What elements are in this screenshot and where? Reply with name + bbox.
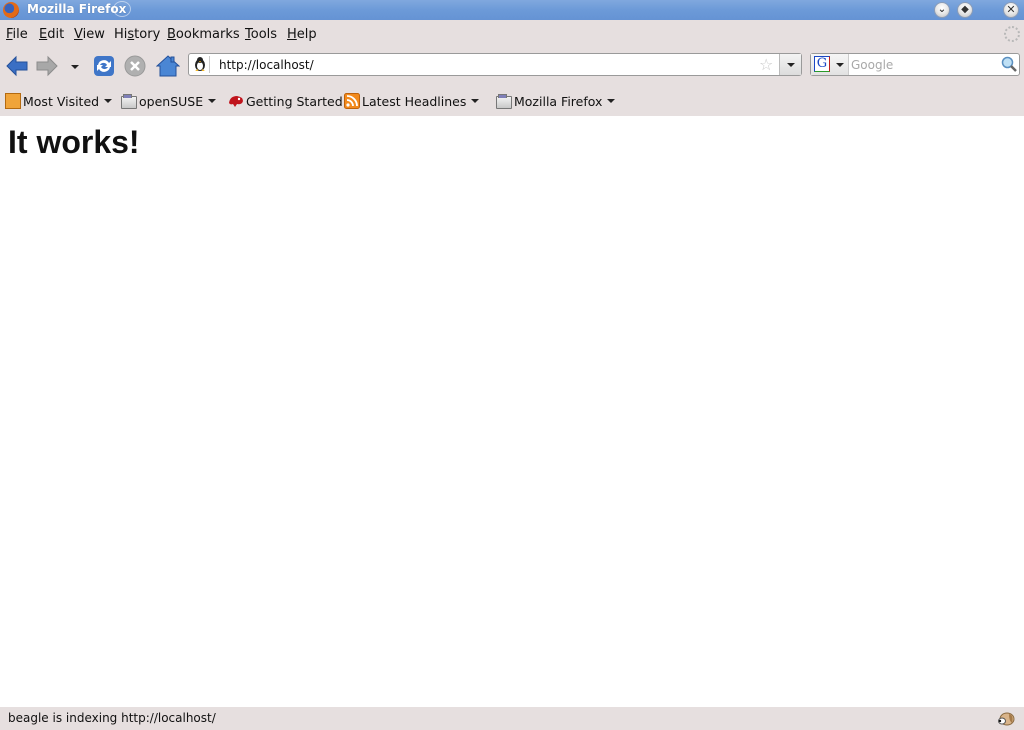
forward-arrow-icon (36, 55, 58, 77)
menu-tools[interactable]: Tools (245, 27, 277, 42)
folder-icon (121, 93, 137, 109)
menu-accel: H (287, 27, 297, 42)
chevron-down-icon (471, 99, 480, 103)
chevron-down-icon (607, 99, 616, 103)
activity-throbber-icon (1004, 26, 1020, 42)
status-text: beagle is indexing http://localhost/ (8, 711, 216, 725)
search-input[interactable] (851, 56, 996, 73)
firefox-logo-icon (3, 2, 19, 18)
bookmark-label: Mozilla Firefox (514, 93, 603, 109)
menu-history[interactable]: History (114, 27, 160, 42)
most-visited-icon (5, 93, 21, 109)
chevron-down-icon (71, 65, 79, 69)
url-bar[interactable]: http://localhost/ ☆ (188, 53, 802, 76)
menu-label: Hi (114, 27, 128, 42)
bookmark-label: Most Visited (23, 93, 100, 109)
rss-feed-icon (344, 93, 360, 109)
bookmark-getting-started[interactable]: Getting Started (228, 92, 343, 110)
menu-label: ile (12, 27, 28, 42)
menu-file[interactable]: File (6, 27, 28, 42)
bookmark-latest-headlines[interactable]: Latest Headlines (344, 92, 480, 110)
menu-label: dit (47, 27, 65, 42)
menu-accel: B (167, 27, 176, 42)
chevron-down-icon (836, 63, 844, 67)
opensuse-chameleon-icon (229, 96, 243, 107)
maximize-button[interactable]: ◆ (957, 2, 973, 18)
url-history-dropdown-button[interactable] (779, 54, 801, 75)
folder-icon (496, 93, 512, 109)
navigation-toolbar: http://localhost/ ☆ G (0, 48, 1024, 84)
bookmark-opensuse[interactable]: openSUSE (121, 92, 217, 110)
page-content: It works! (0, 116, 1024, 707)
search-engine-button[interactable]: G (811, 54, 849, 75)
google-logo-icon: G (814, 56, 830, 72)
opensuse-swirl-icon (113, 1, 131, 17)
bookmark-label: Getting Started (246, 93, 343, 109)
home-icon (155, 55, 181, 77)
chevron-down-icon (208, 99, 217, 103)
menu-bar: File Edit View History Bookmarks Tools H… (0, 20, 1024, 48)
back-button[interactable] (5, 54, 29, 78)
menu-bookmarks[interactable]: Bookmarks (167, 27, 240, 42)
menu-accel: V (74, 27, 83, 42)
chevron-down-icon (787, 63, 795, 67)
search-magnifier-icon[interactable] (1001, 56, 1017, 72)
url-text[interactable]: http://localhost/ (219, 58, 314, 72)
bookmarks-toolbar: Most Visited openSUSE Getting Started La… (0, 84, 1024, 116)
bookmark-most-visited[interactable]: Most Visited (5, 92, 113, 110)
menu-label: ools (250, 27, 278, 42)
firefox-window: Mozilla Firefox ⌄ ◆ ✕ File Edit View His… (0, 0, 1024, 730)
bookmark-label: Latest Headlines (362, 93, 467, 109)
minimize-button[interactable]: ⌄ (934, 2, 950, 18)
window-title: Mozilla Firefox (27, 2, 127, 16)
forward-button[interactable] (35, 54, 59, 78)
menu-label: elp (296, 27, 317, 42)
close-button[interactable]: ✕ (1003, 2, 1019, 18)
title-bar: Mozilla Firefox ⌄ ◆ ✕ (0, 0, 1024, 20)
home-button[interactable] (155, 54, 181, 78)
menu-label: ookmarks (175, 27, 240, 42)
reload-icon (94, 56, 114, 76)
menu-edit[interactable]: Edit (39, 27, 64, 42)
beagle-dog-icon[interactable] (997, 711, 1015, 726)
status-bar: beagle is indexing http://localhost/ (0, 707, 1024, 730)
search-bar: G (810, 53, 1020, 76)
bookmark-label: openSUSE (139, 93, 204, 109)
menu-view[interactable]: View (74, 27, 105, 42)
page-heading: It works! (8, 124, 140, 160)
menu-label: iew (82, 27, 105, 42)
stop-icon (124, 55, 146, 77)
back-arrow-icon (6, 55, 28, 77)
tux-penguin-icon[interactable] (192, 56, 210, 73)
reload-button[interactable] (92, 54, 116, 78)
menu-label: tory (134, 27, 161, 42)
bookmark-mozilla-firefox[interactable]: Mozilla Firefox (496, 92, 616, 110)
menu-accel: E (39, 27, 48, 42)
chevron-down-icon (104, 99, 113, 103)
bookmark-star-icon[interactable]: ☆ (759, 55, 773, 74)
history-dropdown-button[interactable] (66, 54, 84, 78)
stop-button[interactable] (123, 54, 147, 78)
menu-help[interactable]: Help (287, 27, 317, 42)
